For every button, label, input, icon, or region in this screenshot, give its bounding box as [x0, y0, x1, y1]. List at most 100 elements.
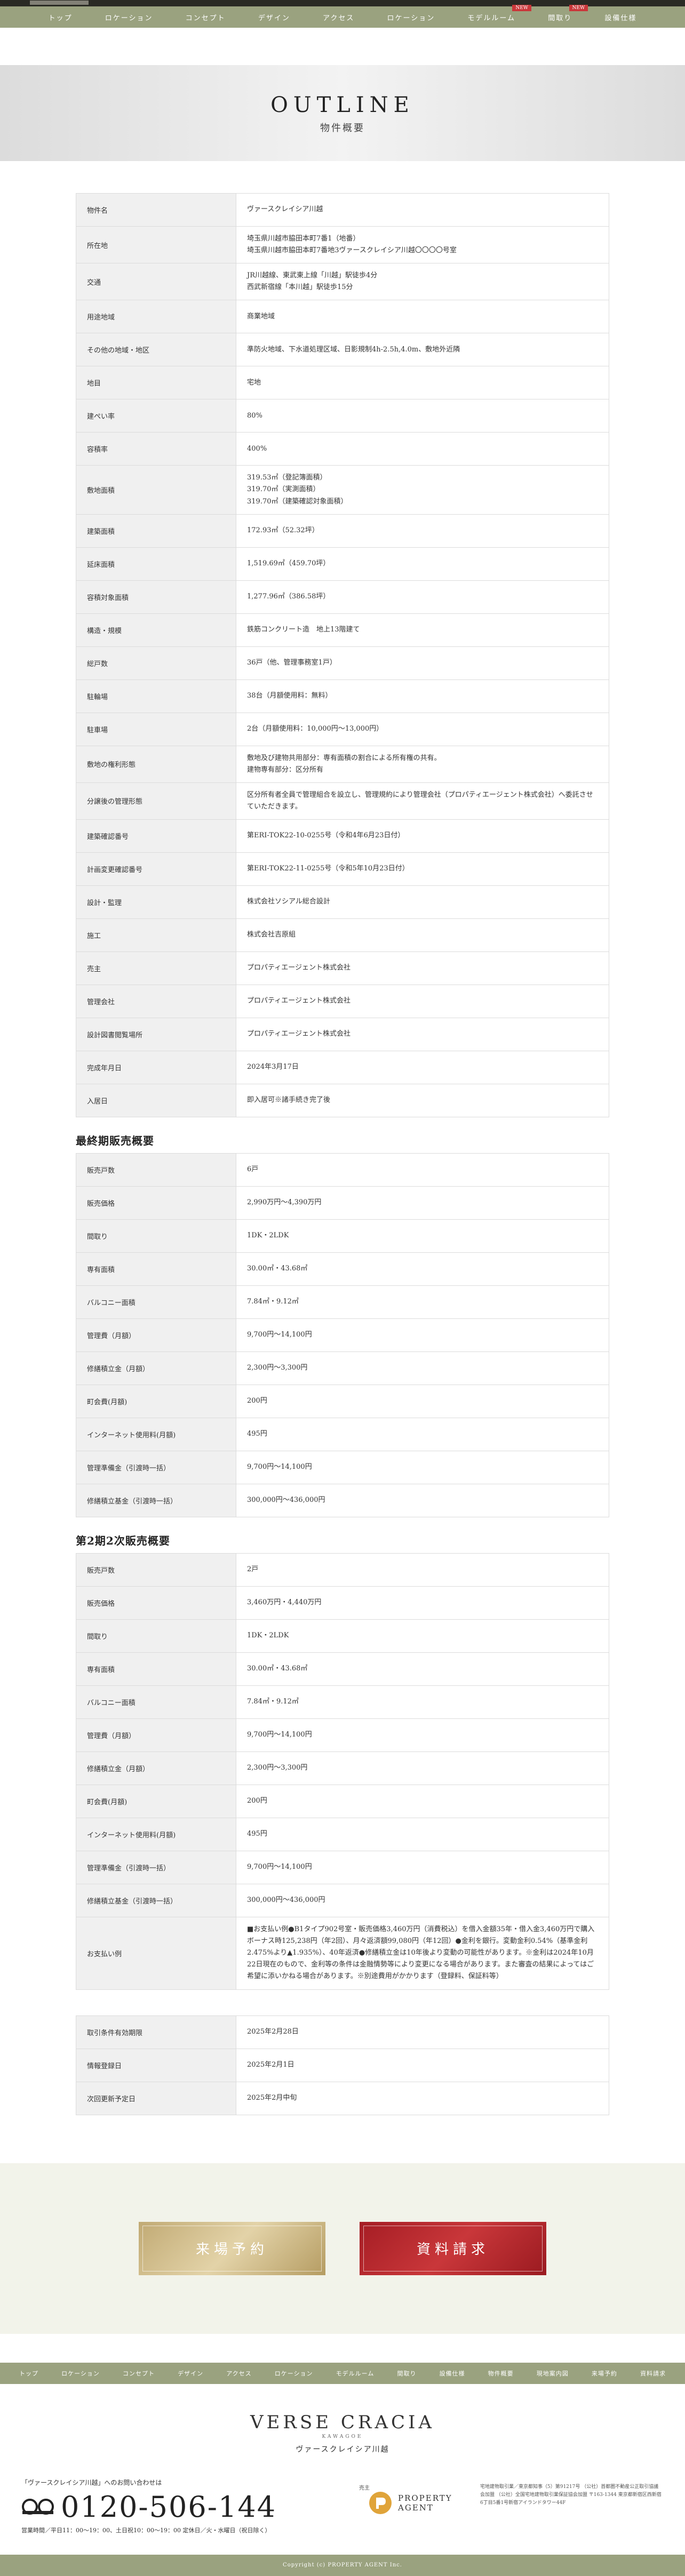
row-label: 設計図書閲覧場所 [76, 1018, 236, 1052]
value-line: 敷地及び建物共用部分：専有面積の割合による所有権の共有。 [247, 754, 441, 762]
value-line: 2025年2月1日 [247, 2060, 294, 2069]
nav-item[interactable]: ロケーション [105, 12, 153, 22]
row-label: 敷地面積 [76, 465, 236, 515]
page-title: OUTLINE [270, 93, 415, 117]
nav-item[interactable]: モデルルーム NEW [467, 4, 532, 22]
nav-item[interactable]: ロケーション [387, 12, 435, 22]
value-line: 1,277.96㎡（386.58坪） [247, 593, 330, 601]
table-row: 交通 JR川越線、東武東上線「川越」駅徒歩4分 西武新宿線「本川越」駅徒歩15分 [76, 263, 609, 301]
row-label: 専有面積 [76, 1252, 236, 1286]
table-row: 敷地の権利形態 敷地及び建物共用部分：専有面積の割合による所有権の共有。 建物専有部… [76, 745, 609, 783]
info-section: 取引条件有効期限 2025年2月28日 情報登録日 2025年2月1日 次回更新予定日 2… [76, 2015, 609, 2115]
row-label: 建ぺい率 [76, 399, 236, 433]
value-line: 319.70㎡（建築確認対象面積） [247, 497, 348, 506]
nav-item[interactable]: コンセプト [186, 12, 226, 22]
nav-item[interactable]: 設備仕様 [604, 12, 636, 22]
value-line: 2,990万円～4,390万円 [247, 1198, 322, 1207]
row-label: お支払い例 [76, 1917, 236, 1990]
table-row: 敷地面積 319.53㎡（登記簿面積） 319.70㎡（実測面積） 319.70㎡（建… [76, 465, 609, 515]
nav-item[interactable]: アクセス [323, 12, 354, 22]
row-value: 80% [236, 399, 609, 433]
row-value: 7.84㎡・9.12㎡ [236, 1685, 609, 1719]
info-table: 取引条件有効期限 2025年2月28日 情報登録日 2025年2月1日 次回更新予定日 2… [76, 2015, 609, 2115]
table-row: 建築確認番号 第ERI-TOK22-10-0255号（令和4年6月23日付） [76, 819, 609, 853]
row-value: 36戸（他、管理事務室1戸） [236, 646, 609, 680]
footer-nav-link[interactable]: モデルルーム [336, 2369, 375, 2378]
footer-nav-link[interactable]: 来場予約 [592, 2369, 617, 2378]
value-line: 2025年2月中旬 [247, 2093, 297, 2102]
row-value: 株式会社ソシアル総合設計 [236, 885, 609, 919]
reserve-button[interactable]: 来場予約 [139, 2221, 325, 2275]
cta-section: 来場予約 資料請求 [0, 2163, 685, 2334]
row-value: 第ERI-TOK22-10-0255号（令和4年6月23日付） [236, 819, 609, 853]
table-row: 間取り 1DK・2LDK [76, 1619, 609, 1653]
footer-nav-link[interactable]: トップ [19, 2369, 38, 2378]
row-value: 9,700円～14,100円 [236, 1318, 609, 1353]
table-row: 物件名 ヴァースクレイシア川越 [76, 193, 609, 227]
value-line: 200円 [247, 1397, 267, 1405]
table-row: 修繕積立金（月額） 2,300円～3,300円 [76, 1751, 609, 1786]
footer-nav-link[interactable]: コンセプト [123, 2369, 155, 2378]
table-row: 所在地 埼玉県川越市脇田本町7番1（地番） 埼玉県川越市脇田本町7番地3ヴァースクレ… [76, 226, 609, 264]
footer-logo[interactable]: VERSE CRACIA KAWAGOE ヴァースクレイシア川越 [0, 2384, 685, 2454]
contact-lead: 「ヴァースクレイシア川越」へのお問い合わせは [21, 2478, 162, 2486]
row-label: 交通 [76, 263, 236, 301]
row-label: 駐車場 [76, 712, 236, 746]
nav-item[interactable]: 間取り NEW [548, 4, 588, 22]
row-label: 管理準備金（引渡時一括） [76, 1851, 236, 1885]
row-value: 宅地 [236, 366, 609, 400]
row-label: 敷地の権利形態 [76, 745, 236, 783]
value-line: 30.00㎡・43.68㎡ [247, 1265, 308, 1273]
request-button[interactable]: 資料請求 [360, 2221, 546, 2275]
footer-nav-link[interactable]: 間取り [397, 2369, 416, 2378]
final-sale-table: 販売戸数 6戸 販売価格 2,990万円～4,390万円 間取り 1DK・2LDK 専有面積… [76, 1153, 609, 1518]
nav-item[interactable]: デザイン [258, 12, 290, 22]
row-label: 総戸数 [76, 646, 236, 680]
table-row: 計画変更確認番号 第ERI-TOK22-11-0255号（令和5年10月23日付） [76, 852, 609, 886]
row-label: バルコニー面積 [76, 1685, 236, 1719]
row-label: 販売価格 [76, 1586, 236, 1620]
value-line: 300,000円～436,000円 [247, 1896, 325, 1905]
value-line: 6戸 [247, 1165, 259, 1174]
freedial-icon [22, 2499, 54, 2515]
value-line: 鉄筋コンクリート造 地上13階建て [247, 626, 360, 634]
table-row: 容積対象面積 1,277.96㎡（386.58坪） [76, 580, 609, 614]
header-logo[interactable] [30, 1, 89, 5]
footer-nav-link[interactable]: アクセス [226, 2369, 251, 2378]
row-value: 300,000円～436,000円 [236, 1884, 609, 1918]
nav-item-label: ロケーション [105, 14, 153, 22]
table-row: 駐輪場 38台（月額使用料：無料） [76, 679, 609, 713]
footer-nav-link[interactable]: 物件概要 [488, 2369, 514, 2378]
footer-nav-link[interactable]: 設備仕様 [440, 2369, 465, 2378]
footer-nav-link[interactable]: デザイン [178, 2369, 203, 2378]
value-line: 商業地域 [247, 312, 275, 321]
value-line: JR川越線、東武東上線「川越」駅徒歩4分 [247, 271, 378, 280]
footer-nav-link[interactable]: ロケーション [275, 2369, 313, 2378]
row-value: 2,300円～3,300円 [236, 1751, 609, 1786]
table-row: その他の地域・地区 準防火地域、下水道処理区域、日影規制4h-2.5h,4.0m、… [76, 333, 609, 367]
value-line: 区分所有者全員で管理組合を設立し、管理規約により管理会社（プロパティエージェント… [247, 790, 593, 811]
table-row: 駐車場 2台（月額使用料：10,000円～13,000円） [76, 712, 609, 746]
agent-logo[interactable]: PROPERTY AGENT [368, 2491, 452, 2515]
second-sale-table: 販売戸数 2戸 販売価格 3,460万円・4,440万円 間取り 1DK・2LDK 専有面積… [76, 1553, 609, 1990]
tel-block[interactable]: 0120-506-144 [21, 2490, 276, 2524]
row-label: 管理費（月額） [76, 1318, 236, 1353]
row-label: 入居日 [76, 1084, 236, 1118]
table-row: 完成年月日 2024年3月17日 [76, 1051, 609, 1085]
second-sale-section: 第2期2次販売概要 販売戸数 2戸 販売価格 3,460万円・4,440万円 間取り 1D… [76, 1532, 609, 1990]
row-value: 商業地域 [236, 300, 609, 334]
value-line: 30.00㎡・43.68㎡ [247, 1665, 308, 1673]
footer-nav-link[interactable]: 現地案内図 [537, 2369, 569, 2378]
value-line: 319.70㎡（実測面積） [247, 485, 320, 494]
row-label: 情報登録日 [76, 2048, 236, 2082]
table-row: 次回更新予定日 2025年2月中旬 [76, 2081, 609, 2115]
footer-nav-link[interactable]: 資料請求 [640, 2369, 666, 2378]
row-label: 完成年月日 [76, 1051, 236, 1085]
row-label: 次回更新予定日 [76, 2081, 236, 2115]
footer-nav-link[interactable]: ロケーション [61, 2369, 100, 2378]
table-row: インターネット使用料(月額) 495円 [76, 1418, 609, 1452]
row-label: 管理準備金（引渡時一括） [76, 1451, 236, 1485]
value-line: プロパティエージェント株式会社 [247, 1030, 351, 1038]
nav-item[interactable]: トップ [49, 12, 73, 22]
table-row: 修繕積立基金（引渡時一括） 300,000円～436,000円 [76, 1884, 609, 1918]
